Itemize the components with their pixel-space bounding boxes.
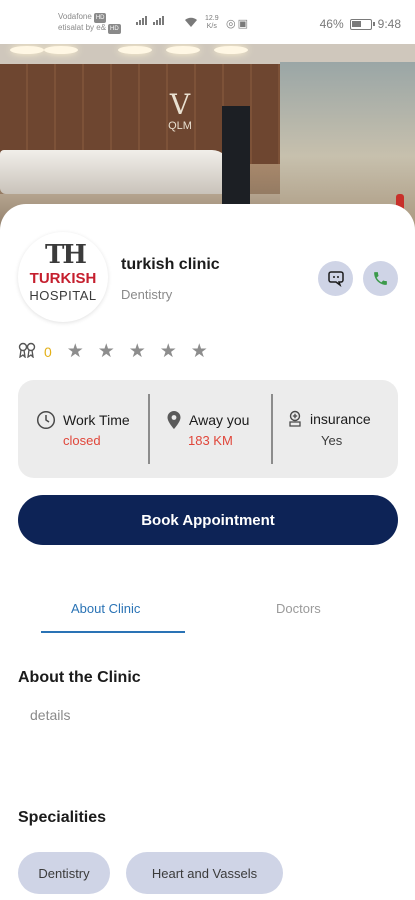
star-icon: ★ (159, 341, 177, 362)
rating-row: 0 ★ ★ ★ ★ ★ (18, 340, 213, 363)
signal-strength-icon (136, 16, 147, 25)
clock: 9:48 (377, 17, 401, 31)
signal-icons (136, 16, 164, 25)
carrier1-name: Vodafone (58, 12, 92, 21)
hero-wall-logo-text: QLM (168, 120, 192, 132)
tab-about-clinic[interactable]: About Clinic (71, 601, 140, 616)
signal-strength-icon-2 (153, 16, 164, 25)
tab-doctors[interactable]: Doctors (276, 601, 321, 616)
insurance-info: insurance Yes (273, 380, 398, 478)
notification-icons: ◎▣ (226, 17, 250, 30)
carrier2-hd-badge: HD (108, 24, 121, 34)
clinic-name: turkish clinic (121, 256, 220, 273)
hero-wall-logo: V QLM (168, 88, 192, 133)
insurance-label: insurance (310, 411, 371, 427)
clinic-logo-mark: TH (45, 240, 87, 270)
instagram-icon: ▣ (237, 18, 251, 30)
about-details-text: details (30, 707, 71, 723)
carrier-info: Vodafone HD etisalat by e& HD (58, 12, 121, 34)
active-tab-indicator (41, 631, 185, 633)
book-appointment-button[interactable]: Book Appointment (18, 495, 398, 545)
speciality-chip[interactable]: Dentistry (18, 852, 110, 894)
work-time-label: Work Time (63, 412, 130, 428)
clinic-category: Dentistry (121, 287, 173, 302)
carrier1-hd-badge: HD (93, 13, 107, 23)
network-speed-value: 12.9 (205, 15, 219, 22)
whatsapp-icon: ◎ (226, 18, 238, 30)
clock-icon (36, 410, 56, 430)
distance-value: 183 KM (188, 433, 233, 448)
star-icon: ★ (128, 341, 146, 362)
speciality-chip[interactable]: Heart and Vassels (126, 852, 283, 894)
distance-info: Away you 183 KM (150, 380, 272, 478)
carrier2-name: etisalat by e& (58, 23, 107, 32)
clinic-logo-line1: TURKISH (29, 270, 97, 287)
star-icon: ★ (66, 341, 84, 362)
star-icon: ★ (190, 341, 208, 362)
battery-icon (349, 18, 375, 30)
work-time-value: closed (63, 433, 101, 448)
battery-percent: 46% (319, 17, 344, 31)
wifi-icon (184, 17, 198, 31)
clinic-logo: TH TURKISH HOSPITAL (18, 232, 108, 322)
location-pin-icon (167, 411, 181, 429)
network-speed-unit: K/s (206, 23, 217, 30)
chat-button[interactable] (318, 261, 353, 296)
distance-label: Away you (189, 412, 250, 428)
rating-count: 0 (44, 343, 52, 360)
work-time-info: Work Time closed (18, 380, 150, 478)
insurance-value: Yes (321, 433, 343, 448)
status-right: 46% 9:48 (320, 17, 401, 31)
insurance-icon (289, 410, 301, 427)
phone-icon (374, 272, 387, 285)
call-button[interactable] (363, 261, 398, 296)
award-icon (18, 342, 40, 361)
clinic-info-panel: Work Time closed Away you 183 KM insuran… (18, 380, 398, 478)
star-icon: ★ (97, 341, 115, 362)
clinic-logo-line2: HOSPITAL (29, 288, 97, 303)
network-speed: 12.9 K/s (205, 15, 219, 31)
chat-icon (327, 271, 344, 287)
specialities-heading: Specialities (18, 809, 107, 826)
about-heading: About the Clinic (18, 669, 141, 686)
reception-desk (0, 150, 230, 194)
status-bar: Vodafone HD etisalat by e& HD 12.9 K/s ◎▣ … (0, 0, 415, 44)
